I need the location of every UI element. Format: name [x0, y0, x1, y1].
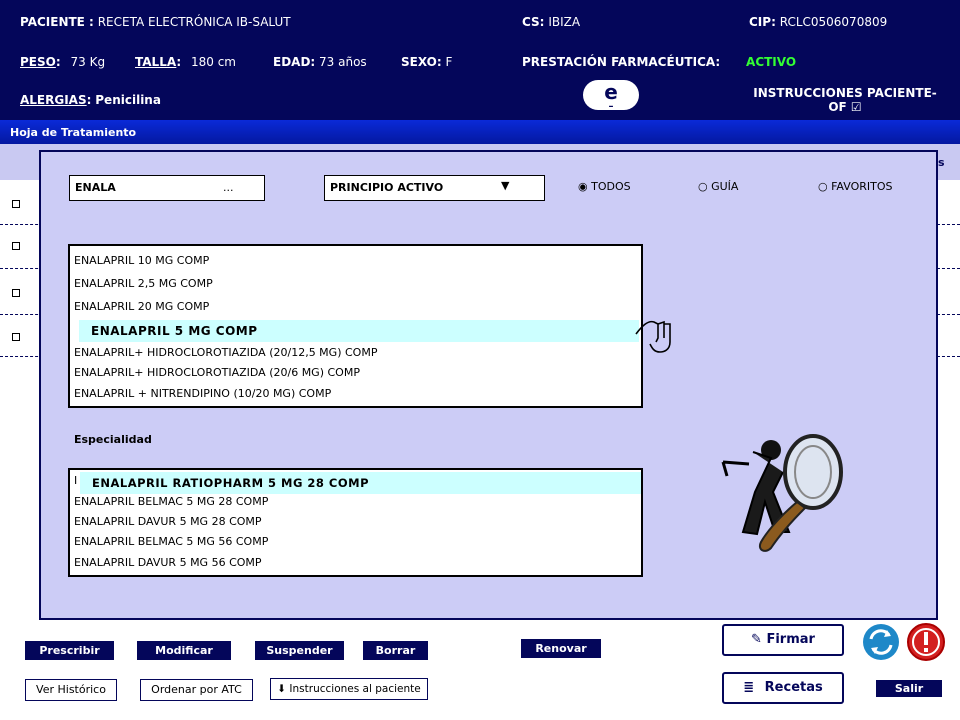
peso-value: 73 Kg [70, 55, 106, 69]
salir-button[interactable]: Salir [876, 680, 942, 697]
stack-icon: ≣ [743, 680, 755, 695]
instrucciones-paciente-label: Instrucciones al paciente [289, 683, 421, 695]
list-item[interactable]: ENALAPRIL BELMAC 5 MG 28 COMP [74, 495, 268, 508]
search-illustration-icon [721, 434, 843, 552]
sexo-value: F [445, 55, 453, 69]
treatment-sheet-title: Hoja de Tratamiento [10, 126, 137, 139]
cs-label: CS: [522, 15, 545, 29]
instrucciones-line2: OF ☑ [828, 100, 862, 114]
paciente-field: PACIENTE : RECETA ELECTRÓNICA IB-SALUT [20, 15, 291, 29]
radio-empty-icon: ○ [818, 180, 828, 193]
prestacion-status: ACTIVO [746, 55, 797, 69]
peso-label: PESO [20, 55, 56, 69]
ver-historico-button[interactable]: Ver Histórico [25, 679, 117, 701]
prestacion-label: PRESTACIÓN FARMACÉUTICA: [522, 55, 721, 69]
cs-field: CS: IBIZA [522, 15, 580, 29]
list-item-partial[interactable]: I [74, 474, 77, 487]
radio-selected-icon: ◉ [578, 180, 588, 193]
borrar-button[interactable]: Borrar [363, 641, 428, 660]
instrucciones-line1: INSTRUCCIONES PACIENTE- [753, 86, 937, 100]
list-item[interactable]: ENALAPRIL + NITRENDIPINO (10/20 MG) COMP [74, 387, 331, 400]
edad-value: 73 años [319, 55, 367, 69]
prescribir-button[interactable]: Prescribir [25, 641, 114, 660]
ordenar-atc-button[interactable]: Ordenar por ATC [140, 679, 253, 701]
radio-favoritos[interactable]: ○ FAVORITOS [818, 180, 893, 193]
search-input-value: ENALA [75, 181, 116, 194]
cs-value: IBIZA [548, 15, 581, 29]
alergias-label: ALERGIAS [20, 93, 87, 107]
alert-icon[interactable] [906, 622, 946, 662]
selected-especialidad[interactable]: ENALAPRIL RATIOPHARM 5 MG 28 COMP [80, 472, 641, 494]
refresh-icon[interactable] [862, 623, 900, 661]
recetas-label: Recetas [764, 680, 823, 695]
print-icon: ⬇ [277, 683, 287, 695]
talla-value: 180 cm [190, 55, 236, 69]
talla-label: TALLA [135, 55, 177, 69]
search-input[interactable]: ENALA ... [69, 175, 265, 201]
suspender-button[interactable]: Suspender [255, 641, 344, 660]
filter-type-value: PRINCIPIO ACTIVO [330, 181, 444, 194]
radio-guia-label: GUÍA [711, 180, 739, 193]
list-item[interactable]: ENALAPRIL DAVUR 5 MG 28 COMP [74, 515, 262, 528]
instrucciones-paciente-button[interactable]: ⬇ Instrucciones al paciente [270, 678, 428, 700]
row-checkbox[interactable] [12, 200, 20, 208]
row-checkbox[interactable] [12, 333, 20, 341]
prestacion-field: PRESTACIÓN FARMACÉUTICA: ACTIVO [522, 55, 796, 69]
list-item[interactable]: ENALAPRIL 2,5 MG COMP [74, 277, 213, 290]
list-item[interactable]: ENALAPRIL DAVUR 5 MG 56 COMP [74, 556, 262, 569]
list-item[interactable]: ENALAPRIL 20 MG COMP [74, 300, 209, 313]
firmar-label: Firmar [766, 632, 815, 647]
list-item[interactable]: ENALAPRIL BELMAC 5 MG 56 COMP [74, 535, 268, 548]
talla-field: TALLA: 180 cm [135, 55, 236, 69]
hand-pointer-icon [635, 320, 671, 353]
radio-todos[interactable]: ◉ TODOS [578, 180, 631, 193]
cip-value: RCLC0506070809 [779, 15, 888, 29]
treatment-sheet-bar: Hoja de Tratamiento [0, 120, 960, 144]
instrucciones-paciente-link[interactable]: INSTRUCCIONES PACIENTE- OF ☑ [740, 86, 950, 114]
cip-label: CIP: [749, 15, 776, 29]
patient-header: PACIENTE : RECETA ELECTRÓNICA IB-SALUT C… [0, 0, 960, 120]
selected-principio[interactable]: ENALAPRIL 5 MG COMP [79, 320, 639, 342]
paciente-label: PACIENTE : [20, 15, 94, 29]
sexo-label: SEXO: [401, 55, 442, 69]
recetas-button[interactable]: ≣ Recetas [722, 672, 844, 704]
radio-guia[interactable]: ○ GUÍA [698, 180, 738, 193]
alergias-field: ALERGIAS: Penicilina [20, 93, 161, 107]
filter-type-select[interactable]: PRINCIPIO ACTIVO ▼ [324, 175, 545, 201]
edad-field: EDAD: 73 años [273, 55, 367, 69]
e-badge-sub: – [608, 101, 614, 112]
cip-field: CIP: RCLC0506070809 [749, 15, 887, 29]
especialidad-label: Especialidad [74, 433, 152, 446]
alergias-value: Penicilina [95, 93, 161, 107]
paciente-value: RECETA ELECTRÓNICA IB-SALUT [97, 15, 291, 29]
row-checkbox[interactable] [12, 242, 20, 250]
row-checkbox[interactable] [12, 289, 20, 297]
radio-todos-label: TODOS [591, 180, 631, 193]
list-item[interactable]: ENALAPRIL+ HIDROCLOROTIAZIDA (20/6 MG) C… [74, 366, 360, 379]
e-receta-icon[interactable]: e – [583, 80, 639, 112]
sexo-field: SEXO: F [401, 55, 452, 69]
list-item[interactable]: ENALAPRIL+ HIDROCLOROTIAZIDA (20/12,5 MG… [74, 346, 377, 359]
search-more-button[interactable]: ... [223, 181, 234, 194]
radio-favoritos-label: FAVORITOS [831, 180, 893, 193]
drug-search-dialog: ENALA ... PRINCIPIO ACTIVO ▼ ◉ TODOS ○ G… [39, 150, 938, 620]
renovar-button[interactable]: Renovar [521, 639, 601, 658]
firmar-button[interactable]: ✎ Firmar [722, 624, 844, 656]
peso-field: PESO: 73 Kg [20, 55, 106, 69]
radio-empty-icon: ○ [698, 180, 708, 193]
chevron-down-icon[interactable]: ▼ [501, 179, 509, 192]
modificar-button[interactable]: Modificar [137, 641, 231, 660]
list-item[interactable]: ENALAPRIL 10 MG COMP [74, 254, 209, 267]
column-header-fragment: s [938, 156, 945, 169]
pen-icon: ✎ [751, 632, 762, 647]
edad-label: EDAD: [273, 55, 316, 69]
